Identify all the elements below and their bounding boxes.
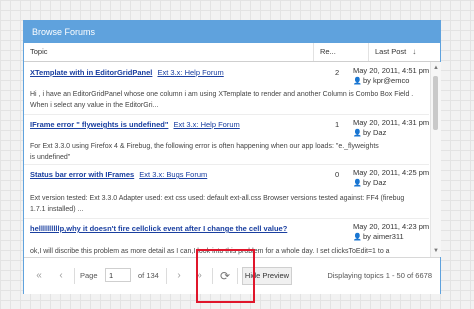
highlight-box (196, 249, 255, 303)
last-post-author: by Daz (363, 128, 387, 137)
topic-preview: For Ext 3.3.0 using Firefox 4 & Firebug,… (30, 141, 425, 163)
last-post-author: by kpr@emco (363, 76, 410, 85)
last-post-cell: May 20, 2011, 4:31 pm 👤by Daz (353, 118, 429, 139)
last-post-date: May 20, 2011, 4:51 pm (353, 66, 429, 75)
last-post-date: May 20, 2011, 4:23 pm (353, 222, 429, 231)
user-icon: 👤 (353, 234, 362, 241)
scroll-up-icon[interactable]: ▲ (432, 64, 440, 72)
preview-line: When i select any value in the EditorGri… (30, 102, 159, 109)
preview-line: Ext version tested: Ext 3.3.0 Adapter us… (30, 195, 405, 202)
panel-title: Browse Forums (24, 21, 440, 43)
grid-header: Topic Re... Last Post ↓ (24, 43, 440, 62)
topic-cell: hellllllllllp,why it doesn't fire cellcl… (30, 224, 287, 233)
last-post-date: May 20, 2011, 4:25 pm (353, 168, 429, 177)
topic-preview: Ext version tested: Ext 3.3.0 Adapter us… (30, 193, 425, 215)
replies-count: 2 (335, 68, 340, 77)
last-post-cell: May 20, 2011, 4:51 pm 👤by kpr@emco (353, 66, 429, 87)
last-post-author: by aimer311 (363, 232, 404, 241)
user-icon: 👤 (353, 180, 362, 187)
last-post-cell: May 20, 2011, 4:25 pm 👤by Daz (353, 168, 429, 189)
preview-line: Hi , i have an EditorGridPanel whose one… (30, 91, 414, 98)
vertical-scrollbar[interactable]: ▲ ▼ (430, 62, 441, 257)
preview-line: For Ext 3.3.0 using Firefox 4 & Firebug,… (30, 143, 379, 150)
column-header-replies[interactable]: Re... (314, 43, 369, 61)
replies-count: 0 (335, 170, 340, 179)
page-label: Page (80, 271, 98, 280)
grid-body: XTemplate with in EditorGridPanel Ext 3.… (24, 62, 429, 257)
page-count-label: of 134 (138, 271, 159, 280)
user-icon: 👤 (353, 130, 362, 137)
topic-title-link[interactable]: XTemplate with in EditorGridPanel (30, 68, 152, 77)
topic-preview: Hi , i have an EditorGridPanel whose one… (30, 89, 425, 111)
topic-cell: IFrame error " flyweights is undefined" … (30, 120, 240, 129)
sort-desc-icon: ↓ (412, 47, 417, 56)
page-number-input[interactable] (105, 268, 131, 282)
displaying-topics-text: Displaying topics 1 - 50 of 6678 (327, 271, 432, 280)
next-page-icon[interactable]: › (172, 268, 186, 284)
column-header-topic-label: Topic (30, 47, 48, 56)
column-header-topic[interactable]: Topic (24, 43, 314, 61)
preview-line: 1.7.1 installed) ... (30, 206, 84, 213)
last-post-date: May 20, 2011, 4:31 pm (353, 118, 429, 127)
toolbar-separator (74, 268, 75, 284)
replies-count: 1 (335, 120, 340, 129)
toolbar-separator (166, 268, 167, 284)
topic-cell: Status bar error with IFrames Ext 3.x: B… (30, 170, 207, 179)
topic-title-link[interactable]: hellllllllllp,why it doesn't fire cellcl… (30, 224, 287, 233)
table-row[interactable]: XTemplate with in EditorGridPanel Ext 3.… (24, 62, 429, 115)
scroll-down-icon[interactable]: ▼ (432, 247, 440, 255)
column-header-last-post-label: Last Post (375, 47, 407, 56)
scrollbar-thumb[interactable] (433, 76, 438, 130)
forum-link[interactable]: Ext 3.x: Bugs Forum (139, 170, 207, 179)
preview-line: is undefined" (30, 154, 71, 161)
table-row[interactable]: Status bar error with IFrames Ext 3.x: B… (24, 164, 429, 219)
topic-cell: XTemplate with in EditorGridPanel Ext 3.… (30, 68, 224, 77)
column-header-last-post[interactable]: Last Post ↓ (369, 43, 440, 61)
table-row[interactable]: IFrame error " flyweights is undefined" … (24, 114, 429, 165)
prev-page-icon[interactable]: ‹ (54, 268, 68, 284)
topic-title-link[interactable]: IFrame error " flyweights is undefined" (30, 120, 168, 129)
forum-link[interactable]: Ext 3.x: Help Forum (174, 120, 240, 129)
last-post-author: by Daz (363, 178, 387, 187)
forum-link[interactable]: Ext 3.x: Help Forum (157, 68, 223, 77)
column-header-replies-label: Re... (320, 47, 336, 56)
first-page-icon[interactable]: « (32, 268, 46, 284)
user-icon: 👤 (353, 78, 362, 85)
topic-title-link[interactable]: Status bar error with IFrames (30, 170, 134, 179)
last-post-cell: May 20, 2011, 4:23 pm 👤by aimer311 (353, 222, 429, 243)
